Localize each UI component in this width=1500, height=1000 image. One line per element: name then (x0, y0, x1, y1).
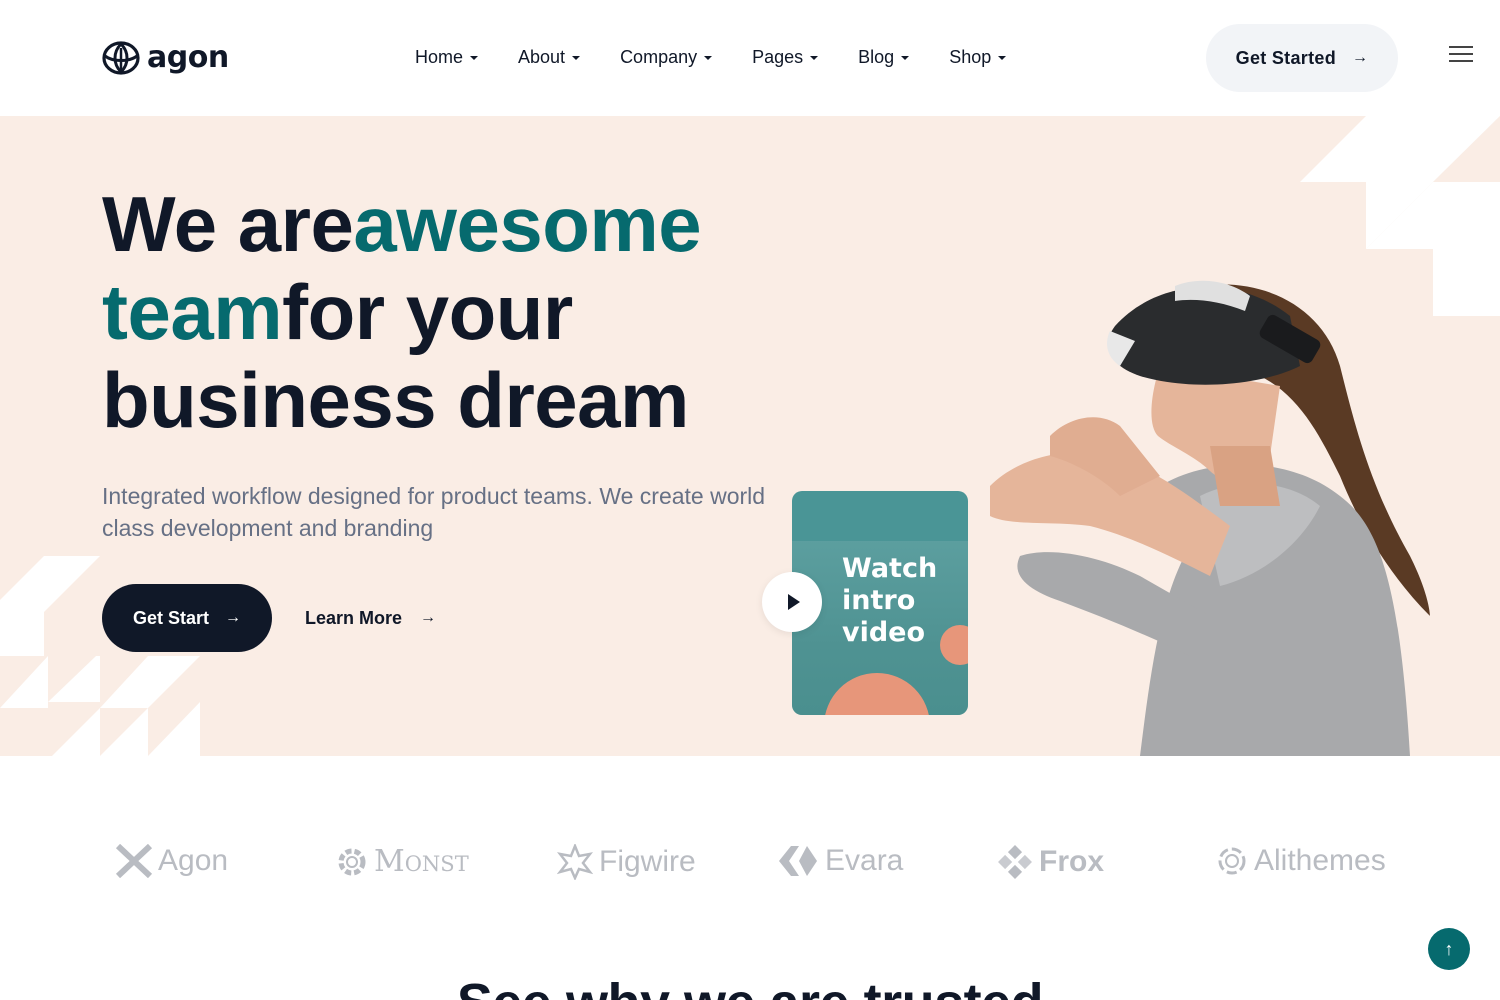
section-title: See why we are trusted (0, 972, 1500, 1000)
play-button[interactable] (762, 572, 822, 632)
caret-down-icon (470, 56, 479, 60)
hamburger-menu-icon[interactable] (1449, 46, 1473, 64)
headline-text: business dream (102, 356, 689, 444)
arrow-up-icon: ↑ (1444, 938, 1454, 959)
nav-label: Company (620, 46, 698, 67)
brand-logo-agon[interactable]: Agon (116, 844, 228, 878)
nav-label: Blog (858, 46, 895, 67)
headline-text: We are (102, 180, 354, 268)
agon-x-icon (116, 844, 152, 878)
arrow-right-icon: → (1352, 49, 1369, 66)
gear-icon (338, 848, 366, 875)
scroll-to-top-button[interactable]: ↑ (1428, 928, 1470, 970)
get-started-button[interactable]: Get Started → (1206, 24, 1398, 92)
play-icon (788, 594, 800, 610)
nav-item-home[interactable]: Home (415, 44, 479, 70)
hero-person-image (990, 280, 1430, 756)
diamond-icon (779, 846, 817, 876)
nav-label: Pages (752, 46, 804, 67)
brand-logo[interactable]: agon (101, 40, 229, 76)
caret-down-icon (810, 56, 819, 60)
hero-headline: We areawesome teamfor your business drea… (102, 180, 702, 444)
nav-item-blog[interactable]: Blog (858, 44, 910, 70)
site-header: agon Home About Company Pages Blog Shop … (0, 0, 1500, 116)
arrow-right-icon: → (420, 609, 437, 626)
caret-down-icon (572, 56, 581, 60)
nav-item-pages[interactable]: Pages (752, 44, 819, 70)
brand-logo-alithemes[interactable]: Alithemes (1216, 844, 1386, 878)
video-card-label-line: Watch (842, 553, 938, 584)
nav-item-company[interactable]: Company (620, 44, 713, 70)
brand-logo-evara[interactable]: Evara (777, 844, 903, 878)
brand-name: Figwire (599, 845, 696, 878)
link-label: Learn More (305, 607, 403, 628)
caret-down-icon (998, 56, 1007, 60)
video-card-label-line: intro (842, 585, 916, 616)
headline-highlight: team (102, 268, 283, 356)
nav-item-about[interactable]: About (518, 44, 581, 70)
hero-subtitle: Integrated workflow designed for product… (102, 483, 766, 541)
arrow-right-icon: → (225, 609, 242, 626)
button-label: Get Started (1235, 47, 1336, 68)
main-nav: Home About Company Pages Blog Shop (415, 44, 1046, 70)
get-start-button[interactable]: Get Start → (102, 584, 272, 652)
headline-highlight: awesome (353, 180, 702, 268)
brand-name: agon (147, 40, 229, 75)
leaf-globe-icon (102, 41, 140, 75)
brand-logo-figwire[interactable]: Figwire (557, 844, 696, 880)
brand-name: Monst (374, 844, 469, 879)
brand-logo-frox[interactable]: Frox (997, 844, 1104, 880)
nav-label: Shop (949, 46, 992, 67)
brand-logo-monst[interactable]: Monst (336, 844, 469, 879)
star-burst-icon (557, 844, 593, 880)
brand-name: Evara (825, 844, 904, 877)
brand-name: Alithemes (1254, 844, 1386, 877)
brand-logos: Agon Monst Figwire Evara Frox Alithemes (0, 830, 1500, 900)
caret-down-icon (704, 56, 713, 60)
button-label: Get Start (132, 607, 210, 628)
nav-item-shop[interactable]: Shop (949, 44, 1007, 70)
brand-name: Frox (1039, 845, 1105, 878)
brand-name: Agon (158, 844, 229, 877)
nav-label: Home (415, 46, 464, 67)
hero-section: We areawesome teamfor your business drea… (0, 116, 1500, 756)
grid-diamond-icon (998, 845, 1032, 879)
video-card-label-line: video (842, 617, 926, 648)
headline-text: for your (282, 268, 573, 356)
nav-label: About (518, 46, 566, 67)
video-card-label: Watch intro video (842, 553, 937, 649)
caret-down-icon (901, 56, 910, 60)
swirl-icon (1218, 847, 1246, 875)
learn-more-link[interactable]: Learn More → (305, 604, 436, 632)
